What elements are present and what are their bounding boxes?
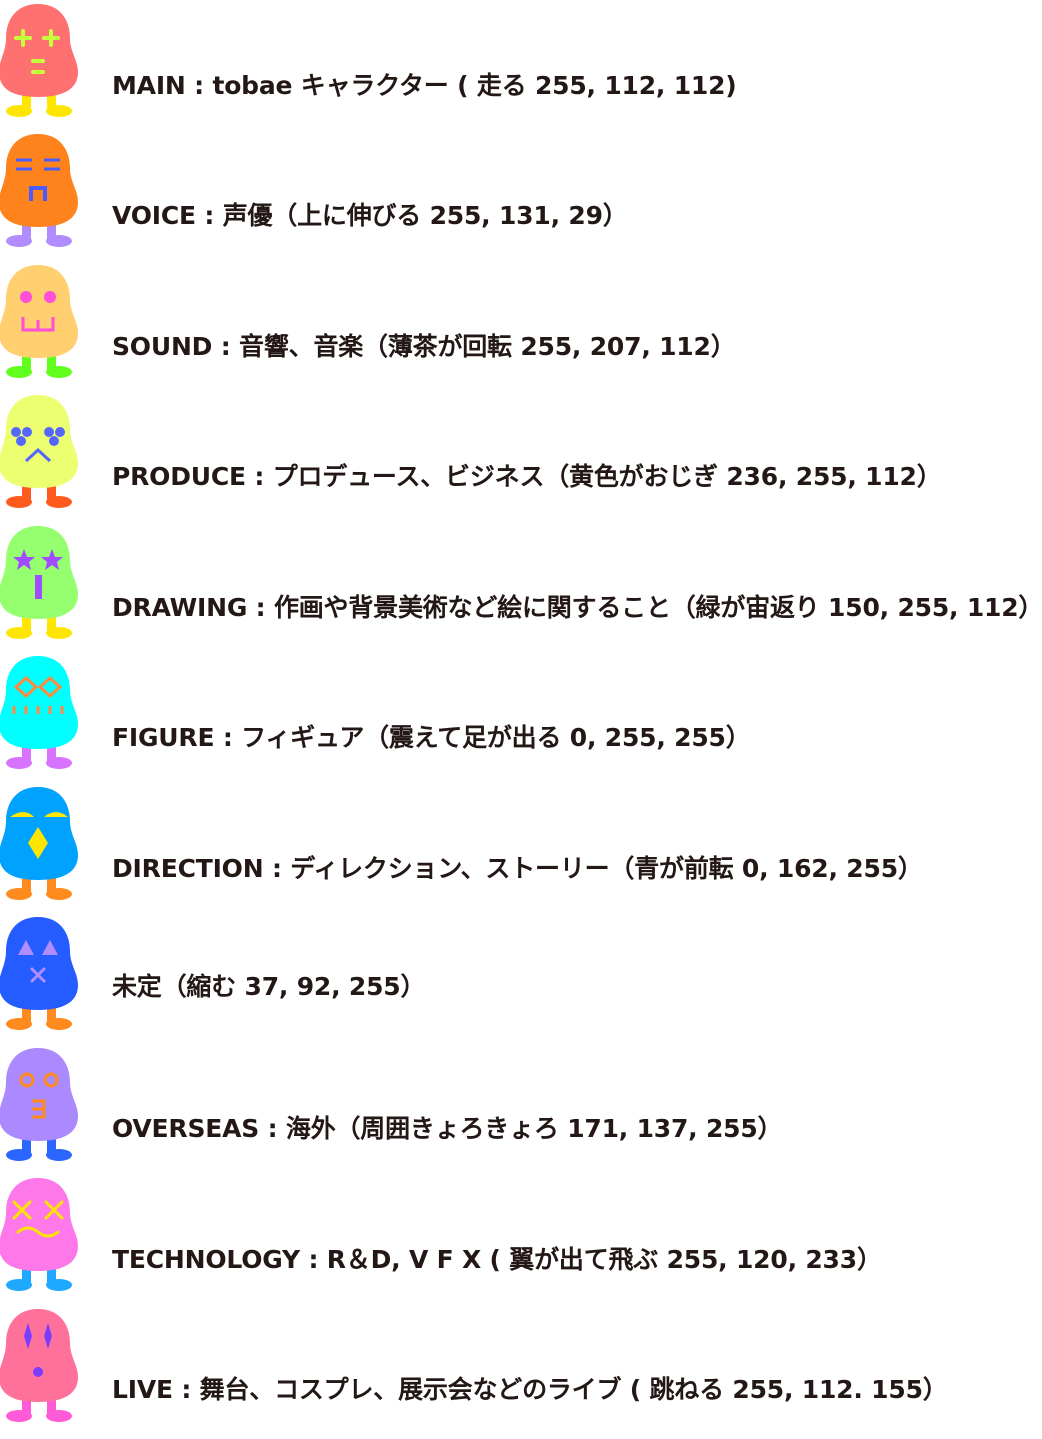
character-icon (0, 1305, 80, 1435)
character-icon (0, 130, 80, 260)
character-icon (0, 652, 80, 782)
character-label: SOUND : 音響、音楽（薄茶が回転 255, 207, 112） (112, 332, 736, 361)
character-row: DIRECTION : ディレクション、ストーリー（青が前転 0, 162, 2… (0, 783, 1042, 913)
character-row: VOICE : 声優（上に伸びる 255, 131, 29） (0, 130, 1042, 260)
character-row: LIVE : 舞台、コスプレ、展示会などのライブ ( 跳ねる 255, 112.… (0, 1305, 1042, 1435)
character-label: LIVE : 舞台、コスプレ、展示会などのライブ ( 跳ねる 255, 112.… (112, 1375, 948, 1404)
character-label: DRAWING : 作画や背景美術など絵に関すること（緑が宙返り 150, 25… (112, 593, 1042, 622)
character-icon (0, 783, 80, 913)
character-label: VOICE : 声優（上に伸びる 255, 131, 29） (112, 201, 628, 230)
character-row: 未定（縮む 37, 92, 255） (0, 913, 1042, 1043)
character-label: 未定（縮む 37, 92, 255） (112, 972, 426, 1001)
character-row: PRODUCE : プロデュース、ビジネス（黄色がおじぎ 236, 255, 1… (0, 391, 1042, 521)
character-label: PRODUCE : プロデュース、ビジネス（黄色がおじぎ 236, 255, 1… (112, 462, 942, 491)
character-row: TECHNOLOGY : R＆D, V F X ( 翼が出て飛ぶ 255, 12… (0, 1174, 1042, 1304)
character-icon (0, 1044, 80, 1174)
character-row: DRAWING : 作画や背景美術など絵に関すること（緑が宙返り 150, 25… (0, 522, 1042, 652)
character-icon (0, 913, 80, 1043)
character-row: FIGURE : フィギュア（震えて足が出る 0, 255, 255） (0, 652, 1042, 782)
character-row: SOUND : 音響、音楽（薄茶が回転 255, 207, 112） (0, 261, 1042, 391)
character-label: FIGURE : フィギュア（震えて足が出る 0, 255, 255） (112, 723, 751, 752)
character-row: OVERSEAS : 海外（周囲きょろきょろ 171, 137, 255） (0, 1044, 1042, 1174)
character-icon (0, 522, 80, 652)
character-icon (0, 391, 80, 521)
character-label: DIRECTION : ディレクション、ストーリー（青が前転 0, 162, 2… (112, 854, 923, 883)
character-label: TECHNOLOGY : R＆D, V F X ( 翼が出て飛ぶ 255, 12… (112, 1245, 882, 1274)
character-label: OVERSEAS : 海外（周囲きょろきょろ 171, 137, 255） (112, 1114, 783, 1143)
character-icon (0, 1174, 80, 1304)
character-label: MAIN : tobae キャラクター ( 走る 255, 112, 112) (112, 71, 737, 100)
character-icon (0, 0, 80, 130)
character-row: MAIN : tobae キャラクター ( 走る 255, 112, 112) (0, 0, 1042, 130)
character-icon (0, 261, 80, 391)
